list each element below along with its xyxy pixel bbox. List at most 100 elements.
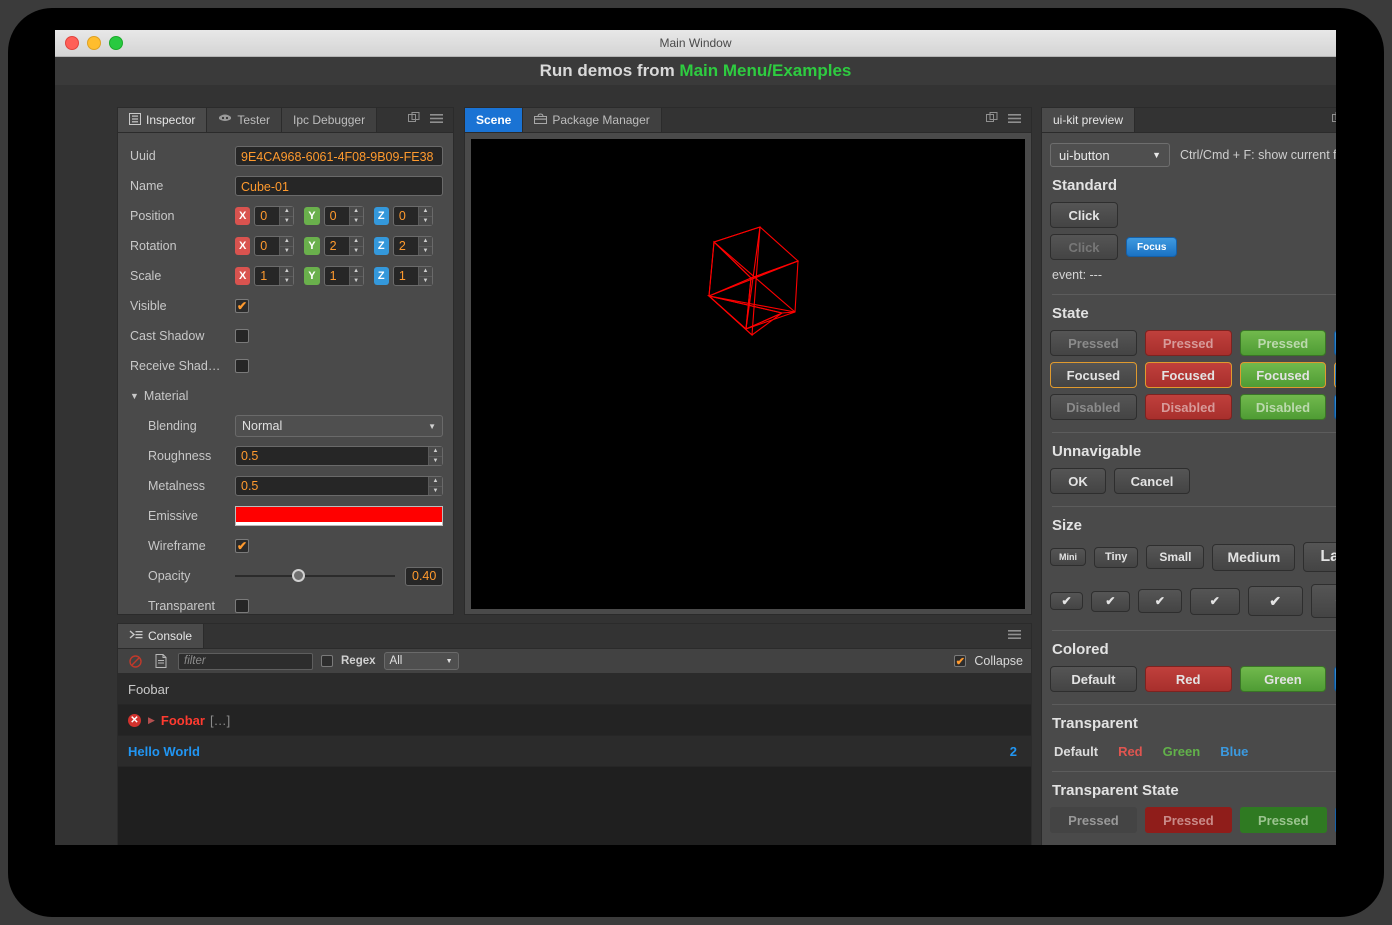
state-focused-default[interactable]: Focused [1050,362,1137,388]
colored-blue-button[interactable] [1334,666,1336,692]
state-pressed-default[interactable]: Pressed [1050,330,1137,356]
down-arrow-icon[interactable]: ▼ [419,277,432,286]
colored-green-button[interactable]: Green [1239,666,1327,692]
down-arrow-icon[interactable]: ▼ [280,217,293,226]
tab-console[interactable]: Console [118,624,205,648]
tab-uikit-preview[interactable]: ui-kit preview [1042,108,1136,132]
down-arrow-icon[interactable]: ▼ [280,247,293,256]
up-arrow-icon[interactable]: ▲ [418,207,432,217]
tstate-pressed-blue[interactable] [1334,807,1336,833]
up-arrow-icon[interactable]: ▲ [349,267,363,277]
size-xlarge-check-button[interactable]: ✔ [1310,584,1336,618]
filter-input[interactable]: filter [178,652,313,670]
position-y-arrows[interactable]: ▲ ▼ [348,207,363,226]
rotation-y-arrows[interactable]: ▲ ▼ [348,237,363,256]
size-mini-check-button[interactable]: ✔ [1050,592,1084,610]
up-arrow-icon[interactable]: ▲ [429,447,442,457]
tstate-pressed-red[interactable]: Pressed [1144,807,1232,833]
roughness-arrows[interactable]: ▲ ▼ [428,447,442,465]
scale-z-arrows[interactable]: ▲ ▼ [417,267,432,286]
ok-button[interactable]: OK [1050,468,1106,494]
down-arrow-icon[interactable]: ▼ [419,217,432,226]
transparent-red-button[interactable]: Red [1118,744,1143,759]
slider-knob[interactable] [292,569,305,582]
popout-icon[interactable] [986,111,998,129]
scale-z-stepper[interactable]: 1 ▲ ▼ [392,266,433,286]
emissive-color-picker[interactable] [235,506,443,526]
up-arrow-icon[interactable]: ▲ [418,267,432,277]
rotation-x-arrows[interactable]: ▲ ▼ [279,237,294,256]
position-y-stepper[interactable]: 0 ▲ ▼ [323,206,364,226]
hamburger-menu-icon[interactable] [1008,627,1021,645]
down-arrow-icon[interactable]: ▼ [350,277,363,286]
log-row[interactable]: Hello World 2 [118,736,1031,767]
up-arrow-icon[interactable]: ▲ [349,237,363,247]
position-x-arrows[interactable]: ▲ ▼ [279,207,294,226]
size-large-button[interactable]: Large [1303,542,1336,572]
up-arrow-icon[interactable]: ▲ [280,237,294,247]
window-titlebar[interactable]: Main Window [55,30,1336,57]
size-tiny-button[interactable]: Tiny [1094,546,1139,568]
cast-shadow-checkbox[interactable] [235,329,249,343]
visible-checkbox[interactable]: ✔ [235,299,249,313]
up-arrow-icon[interactable]: ▲ [429,477,442,487]
blending-select[interactable]: Normal ▼ [235,415,443,437]
rotation-x-stepper[interactable]: 0 ▲ ▼ [254,236,295,256]
click-button[interactable]: Click [1050,202,1118,228]
transparent-green-button[interactable]: Green [1163,744,1201,759]
scale-y-stepper[interactable]: 1 ▲ ▼ [323,266,364,286]
hamburger-menu-icon[interactable] [430,111,443,129]
scale-y-arrows[interactable]: ▲ ▼ [348,267,363,286]
down-arrow-icon[interactable]: ▼ [419,247,432,256]
uuid-input[interactable]: 9E4CA968-6061-4F08-9B09-FE38 [235,146,443,166]
cancel-button[interactable]: Cancel [1114,468,1190,494]
clear-icon[interactable] [126,652,144,670]
down-arrow-icon[interactable]: ▼ [429,457,442,466]
down-arrow-icon[interactable]: ▼ [350,217,363,226]
up-arrow-icon[interactable]: ▲ [280,267,294,277]
console-log-list[interactable]: Foobar ✕ ▶ Foobar […] Hello World 2 [118,674,1031,845]
opacity-value[interactable]: 0.40 [405,566,444,586]
position-z-arrows[interactable]: ▲ ▼ [417,207,432,226]
down-arrow-icon[interactable]: ▼ [350,247,363,256]
component-select[interactable]: ui-button ▼ [1050,143,1170,167]
log-row[interactable]: Foobar [118,674,1031,705]
file-icon[interactable] [152,652,170,670]
scene-viewport[interactable] [471,139,1025,609]
tab-inspector[interactable]: Inspector [118,108,208,132]
material-group-header[interactable]: ▼ Material [130,381,443,411]
log-row[interactable]: ✕ ▶ Foobar […] [118,705,1031,736]
state-pressed-red[interactable]: Pressed [1144,330,1232,356]
transparent-default-button[interactable]: Default [1054,744,1098,759]
roughness-stepper[interactable]: 0.5 ▲ ▼ [235,446,443,466]
popout-icon[interactable] [408,111,420,129]
focus-button[interactable]: Focus [1126,237,1178,257]
wireframe-checkbox[interactable]: ✔ [235,539,249,553]
rotation-y-stepper[interactable]: 2 ▲ ▼ [323,236,364,256]
metalness-arrows[interactable]: ▲ ▼ [428,477,442,495]
size-large-check-button[interactable]: ✔ [1247,586,1303,616]
up-arrow-icon[interactable]: ▲ [418,237,432,247]
scale-x-arrows[interactable]: ▲ ▼ [279,267,294,286]
tab-package-manager[interactable]: Package Manager [523,108,662,132]
down-arrow-icon[interactable]: ▼ [280,277,293,286]
tab-ipc-debugger[interactable]: Ipc Debugger [282,108,378,132]
up-arrow-icon[interactable]: ▲ [349,207,363,217]
chevron-down-icon[interactable]: ▼ [130,391,139,401]
tab-scene[interactable]: Scene [465,108,524,132]
popout-icon[interactable] [1332,111,1336,129]
tstate-pressed-green[interactable]: Pressed [1239,807,1327,833]
rotation-z-arrows[interactable]: ▲ ▼ [417,237,432,256]
transparent-blue-button[interactable]: Blue [1220,744,1248,759]
down-arrow-icon[interactable]: ▼ [429,487,442,496]
up-arrow-icon[interactable]: ▲ [280,207,294,217]
size-tiny-check-button[interactable]: ✔ [1091,590,1130,612]
position-x-stepper[interactable]: 0 ▲ ▼ [254,206,295,226]
state-focused-red[interactable]: Focused [1144,362,1232,388]
regex-checkbox[interactable] [321,655,333,667]
state-focused-green[interactable]: Focused [1239,362,1327,388]
size-mini-button[interactable]: Mini [1050,548,1086,566]
state-focused-blue[interactable] [1334,362,1336,388]
chevron-right-icon[interactable]: ▶ [148,715,155,726]
log-level-select[interactable]: All ▼ [383,652,459,670]
